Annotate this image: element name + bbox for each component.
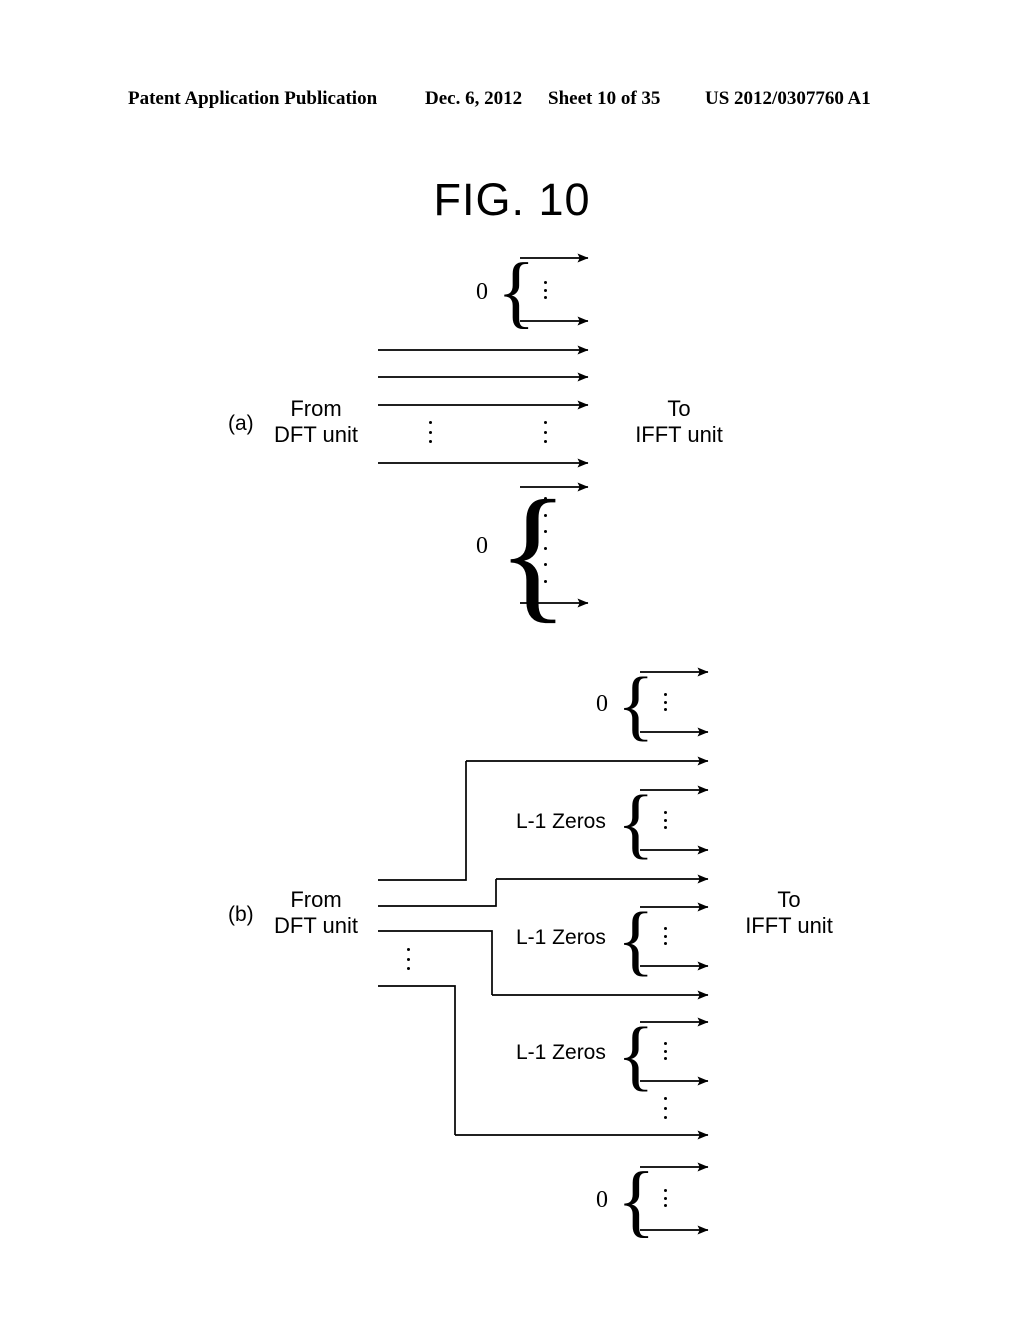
panel-a-input-label-line2: DFT unit <box>274 421 358 447</box>
panel-b-input-routing <box>378 761 497 1135</box>
brace-icon: { <box>617 1011 655 1098</box>
panel-b-input-label: From DFT unit <box>262 887 370 939</box>
panel-b-output-arrows <box>455 667 709 1235</box>
panel-a-output-label-line1: To <box>667 396 691 421</box>
brace-icon: { <box>617 896 655 983</box>
vertical-ellipsis-icon <box>543 281 547 299</box>
header-sheet-text: Sheet 10 of 35 <box>548 88 661 109</box>
vertical-ellipsis-icon <box>406 948 410 970</box>
panel-b-output-label: To IFFT unit <box>728 887 850 939</box>
header-publication-text: Patent Application Publication <box>128 88 378 109</box>
panel-b-input-label-line2: DFT unit <box>274 912 358 938</box>
vertical-ellipsis-icon <box>543 421 547 443</box>
brace-icon: { <box>497 248 536 336</box>
brace-icon: { <box>617 779 655 866</box>
vertical-ellipsis-icon <box>543 497 547 583</box>
brace-icon: { <box>497 470 569 636</box>
brace-icon: { <box>617 1157 656 1245</box>
page-header: Patent Application Publication Dec. 6, 2… <box>0 86 1024 112</box>
panel-b-zeros-label-1: L-1 Zeros <box>516 810 606 833</box>
panel-a-zero-label-bottom: 0 <box>476 533 488 559</box>
vertical-ellipsis-icon <box>663 1097 667 1119</box>
panel-a-input-label-line1: From <box>290 396 342 421</box>
vertical-ellipsis-icon <box>663 927 667 945</box>
panel-b-zeros-label-3: L-1 Zeros <box>516 1041 606 1064</box>
panel-a-input-label: From DFT unit <box>262 396 370 448</box>
panel-b-label: (b) <box>228 903 254 926</box>
panel-a-output-label-line2: IFFT unit <box>635 421 723 447</box>
vertical-ellipsis-icon <box>663 811 667 829</box>
panel-a-output-label: To IFFT unit <box>620 396 738 448</box>
panel-b-zero-label-bottom: 0 <box>596 1187 608 1213</box>
brace-icon: { <box>617 661 655 748</box>
panel-a-label: (a) <box>228 412 254 435</box>
panel-b-output-label-line2: IFFT unit <box>745 912 833 938</box>
vertical-ellipsis-icon <box>663 1042 667 1060</box>
panel-b-input-label-line1: From <box>290 887 342 912</box>
panel-b-zeros-label-2: L-1 Zeros <box>516 926 606 949</box>
panel-b-zero-label-top: 0 <box>596 691 608 717</box>
figure-title: FIG. 10 <box>433 174 591 225</box>
panel-b-output-label-line1: To <box>777 887 801 912</box>
vertical-ellipsis-icon <box>428 421 432 443</box>
header-date-text: Dec. 6, 2012 <box>425 88 523 109</box>
header-publication-number: US 2012/0307760 A1 <box>705 88 871 109</box>
panel-a-zero-label-top: 0 <box>476 279 488 305</box>
vertical-ellipsis-icon <box>663 693 667 711</box>
vertical-ellipsis-icon <box>663 1189 667 1207</box>
